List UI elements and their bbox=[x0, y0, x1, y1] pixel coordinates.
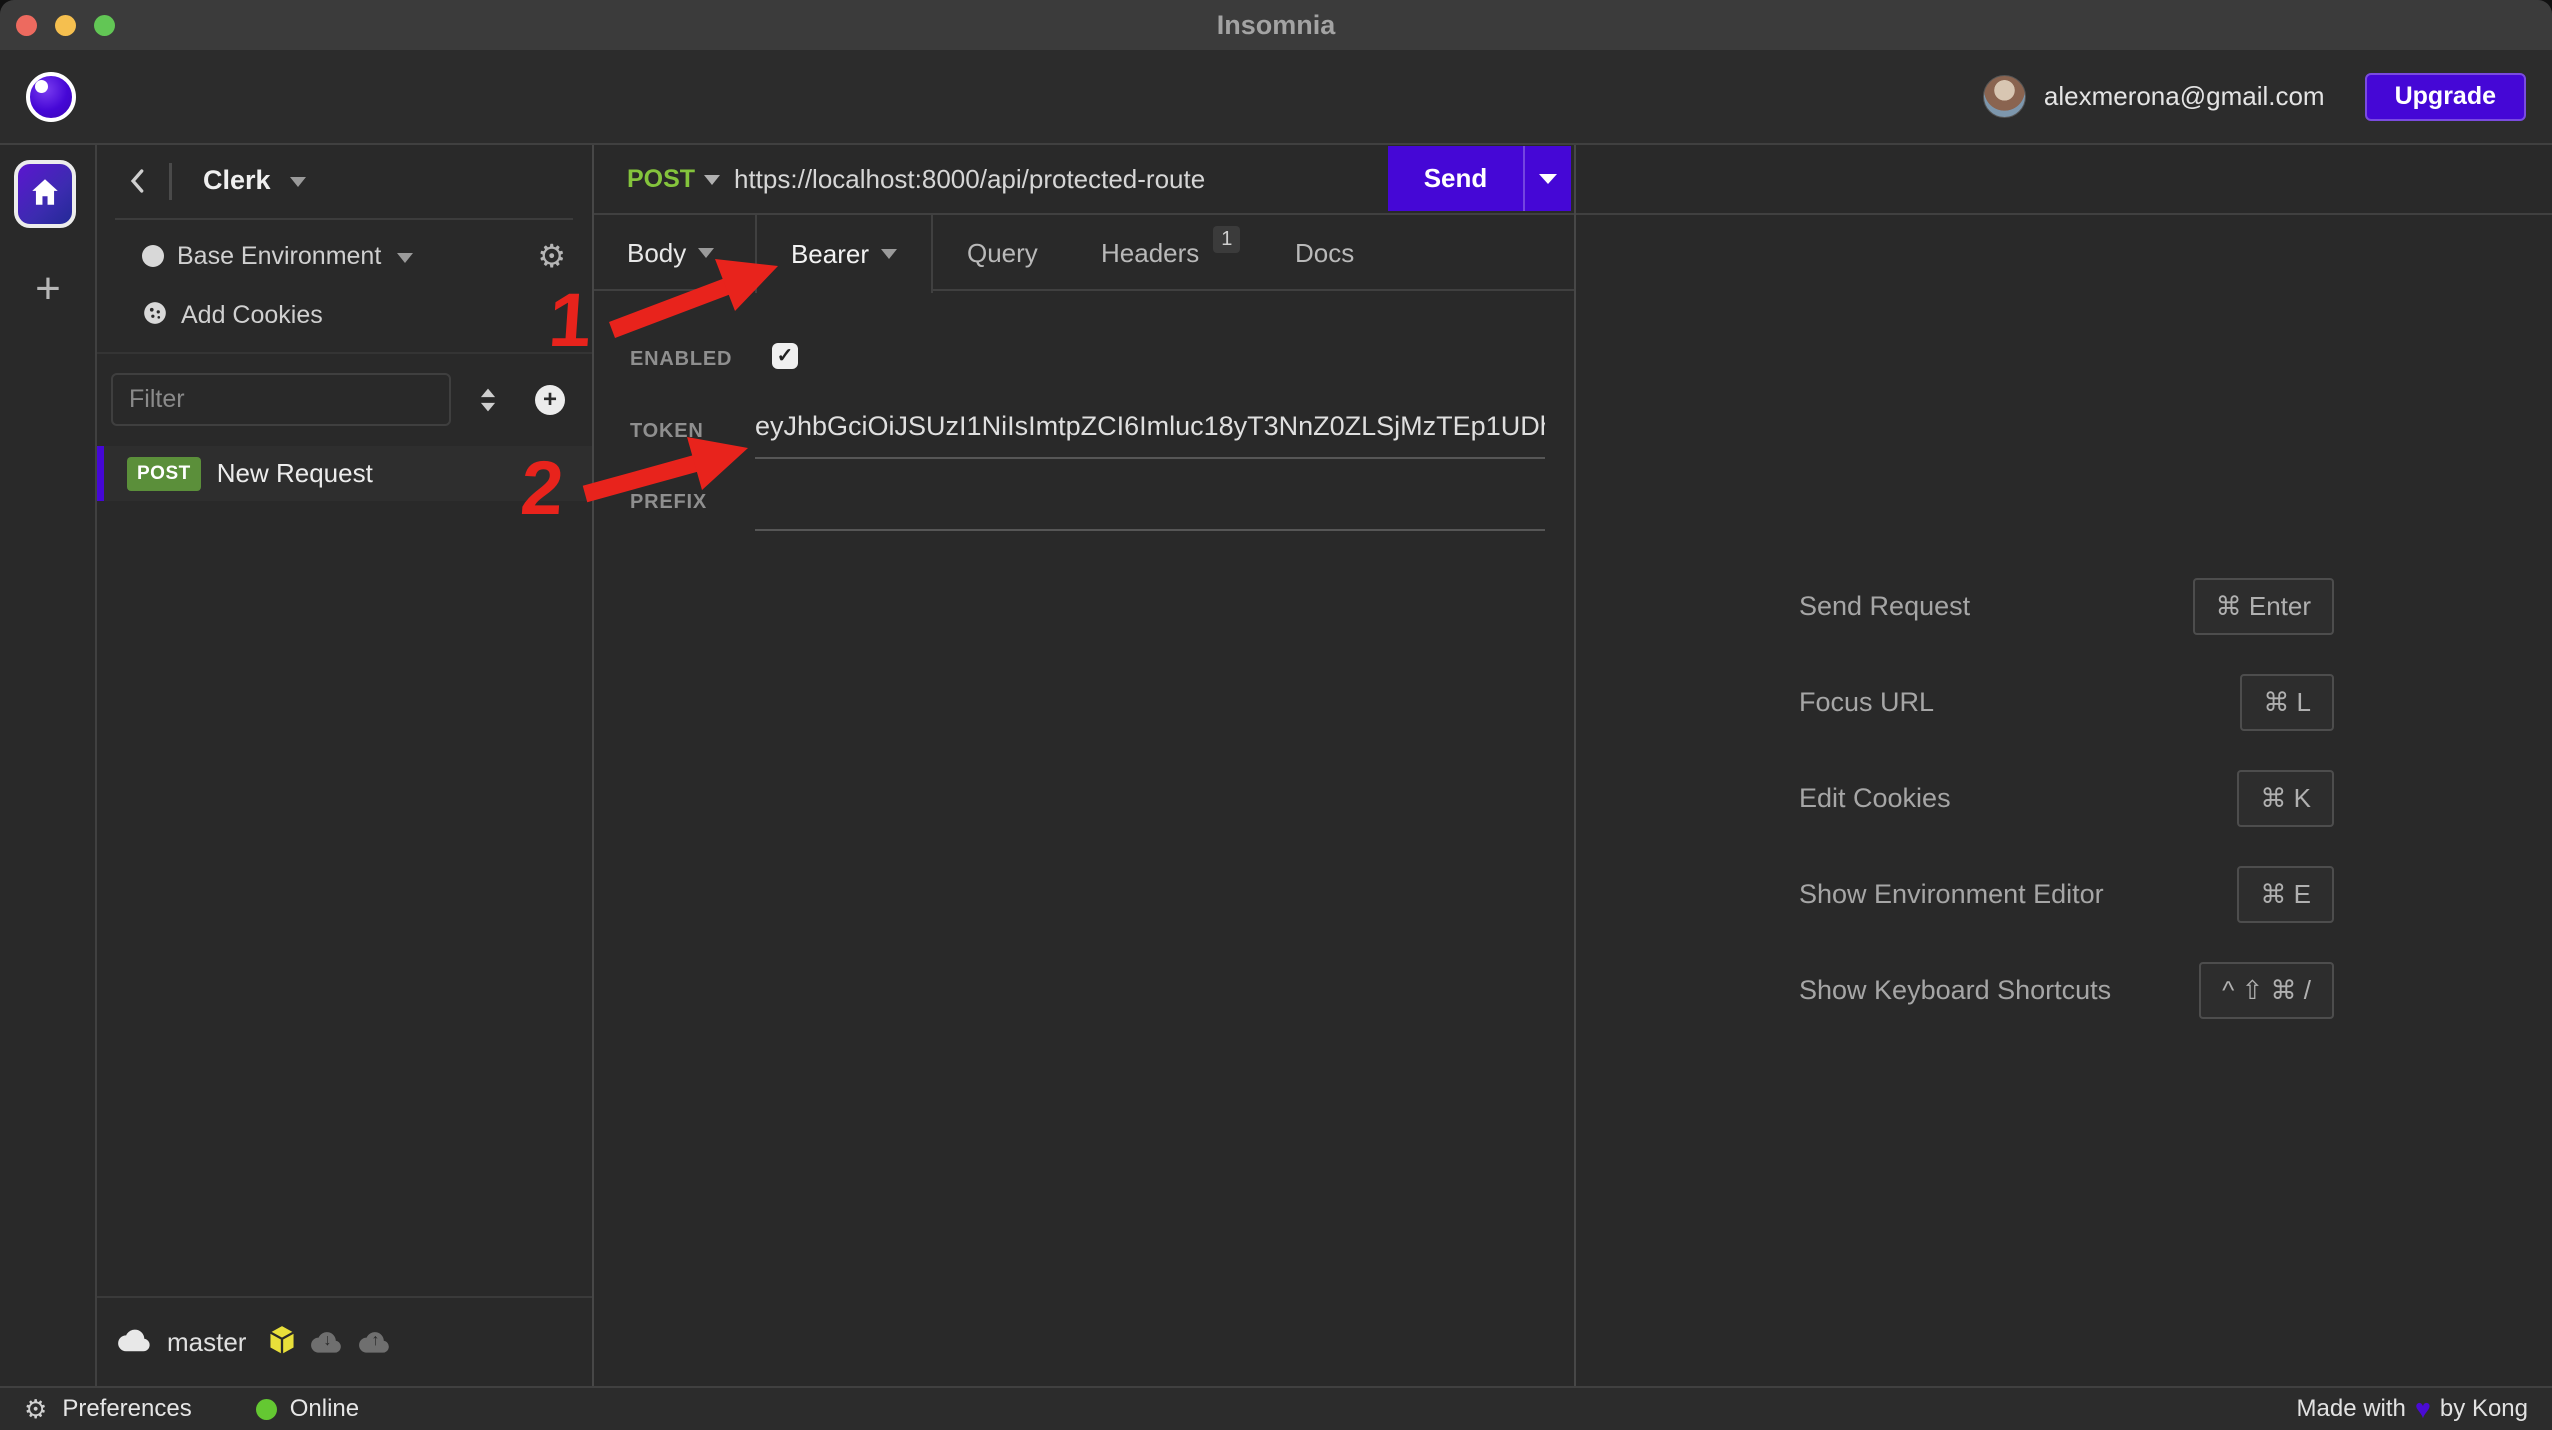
shortcut-row: Focus URL ⌘ L bbox=[1799, 654, 2334, 750]
tab-headers[interactable]: Headers 1 bbox=[1101, 215, 1240, 291]
home-icon bbox=[28, 175, 62, 214]
tab-query[interactable]: Query bbox=[967, 215, 1038, 291]
add-cookies-label: Add Cookies bbox=[181, 301, 323, 330]
environment-name: Base Environment bbox=[177, 242, 381, 271]
chevron-down-icon bbox=[698, 248, 714, 258]
status-bar: ⚙ Preferences Online Made with ♥ by Kong bbox=[0, 1386, 2552, 1430]
preferences-gear-icon[interactable]: ⚙ bbox=[24, 1396, 47, 1422]
add-cookies-button[interactable]: Add Cookies bbox=[97, 288, 592, 342]
chevron-down-icon[interactable] bbox=[704, 175, 720, 185]
keyboard-shortcuts-hints: Send Request ⌘ Enter Focus URL ⌘ L Edit … bbox=[1799, 558, 2334, 1038]
cookie-icon bbox=[142, 300, 168, 331]
enabled-checkbox[interactable]: ✓ bbox=[772, 343, 798, 369]
shortcut-row: Show Keyboard Shortcuts ^ ⇧ ⌘ / bbox=[1799, 942, 2334, 1038]
bearer-auth-pane: ENABLED ✓ TOKEN eyJhbGciOiJSUzI1NiIsImtp… bbox=[594, 291, 1574, 1386]
new-request-plus-button[interactable]: + bbox=[535, 385, 565, 415]
window-title: Insomnia bbox=[0, 10, 2552, 41]
token-input[interactable]: eyJhbGciOiJSUzI1NiIsImtpZCI6Imluc18yT3Nn… bbox=[755, 397, 1545, 459]
sort-icon[interactable] bbox=[471, 383, 505, 417]
sidebar-header: Clerk bbox=[97, 145, 592, 218]
headers-count-badge: 1 bbox=[1213, 226, 1240, 253]
cloud-upload-icon[interactable]: ↑ bbox=[358, 1330, 392, 1354]
sidebar-divider bbox=[115, 218, 573, 220]
chevron-down-icon[interactable] bbox=[290, 177, 306, 187]
shortcut-row: Edit Cookies ⌘ K bbox=[1799, 750, 2334, 846]
preferences-button[interactable]: Preferences bbox=[62, 1395, 191, 1423]
method-selector[interactable]: POST bbox=[627, 165, 695, 194]
home-button[interactable] bbox=[14, 160, 76, 228]
add-project-button[interactable]: + bbox=[26, 267, 70, 311]
chevron-down-icon bbox=[1539, 174, 1557, 184]
request-tabbar: Body Bearer Query Headers 1 Docs bbox=[594, 215, 1574, 291]
cloud-download-icon[interactable]: ↓ bbox=[310, 1330, 344, 1354]
environment-selector[interactable]: Base Environment ⚙ bbox=[97, 229, 592, 283]
tab-auth-bearer[interactable]: Bearer bbox=[755, 215, 933, 293]
key-combo: ⌘ Enter bbox=[2193, 578, 2334, 635]
user-avatar[interactable] bbox=[1983, 75, 2026, 118]
app-header: alexmerona@gmail.com Upgrade bbox=[0, 50, 2552, 145]
environment-color-dot bbox=[142, 245, 164, 267]
insomnia-window: Insomnia alexmerona@gmail.com Upgrade + bbox=[0, 0, 2552, 1430]
enabled-label: ENABLED bbox=[630, 348, 732, 371]
prefix-label: PREFIX bbox=[630, 491, 707, 514]
send-button[interactable]: Send bbox=[1388, 146, 1523, 211]
tab-docs[interactable]: Docs bbox=[1295, 215, 1354, 291]
response-header-strip bbox=[1576, 145, 2552, 215]
sidebar-divider bbox=[97, 352, 592, 354]
zoom-window-button[interactable] bbox=[94, 15, 115, 36]
branch-name[interactable]: master bbox=[167, 1327, 246, 1358]
filter-input[interactable] bbox=[111, 373, 451, 426]
header-divider bbox=[169, 163, 172, 200]
shortcut-row: Send Request ⌘ Enter bbox=[1799, 558, 2334, 654]
sidebar: Clerk Base Environment ⚙ Add Cookies bbox=[97, 145, 594, 1386]
response-panel: Send Request ⌘ Enter Focus URL ⌘ L Edit … bbox=[1576, 145, 2552, 1386]
environment-settings-gear-icon[interactable]: ⚙ bbox=[537, 240, 566, 272]
online-status-label[interactable]: Online bbox=[290, 1395, 359, 1423]
prefix-input[interactable] bbox=[755, 469, 1545, 531]
close-window-button[interactable] bbox=[16, 15, 37, 36]
upgrade-button[interactable]: Upgrade bbox=[2365, 73, 2526, 121]
key-combo: ⌘ L bbox=[2240, 674, 2334, 731]
purple-heart-icon: ♥ bbox=[2415, 1397, 2431, 1421]
send-button-group: Send bbox=[1388, 146, 1571, 211]
url-bar: POST https://localhost:8000/api/protecte… bbox=[594, 145, 1574, 215]
url-input[interactable]: https://localhost:8000/api/protected-rou… bbox=[734, 164, 1374, 195]
minimize-window-button[interactable] bbox=[55, 15, 76, 36]
token-label: TOKEN bbox=[630, 420, 704, 443]
key-combo: ⌘ K bbox=[2237, 770, 2334, 827]
send-options-button[interactable] bbox=[1523, 146, 1571, 211]
chevron-down-icon bbox=[881, 249, 897, 259]
account-email[interactable]: alexmerona@gmail.com bbox=[2044, 81, 2325, 112]
shortcut-row: Show Environment Editor ⌘ E bbox=[1799, 846, 2334, 942]
sync-branch-bar: master ↓ ↑ bbox=[97, 1296, 592, 1386]
key-combo: ⌘ E bbox=[2237, 866, 2334, 923]
request-method-badge: POST bbox=[127, 457, 201, 491]
window-titlebar: Insomnia bbox=[0, 0, 2552, 50]
cloud-icon[interactable] bbox=[117, 1327, 153, 1358]
tab-body[interactable]: Body bbox=[627, 215, 714, 291]
sync-box-icon[interactable] bbox=[268, 1325, 296, 1360]
app-rail: + bbox=[0, 145, 97, 1386]
back-chevron-icon[interactable] bbox=[123, 165, 153, 197]
key-combo: ^ ⇧ ⌘ / bbox=[2199, 962, 2334, 1019]
online-status-dot bbox=[256, 1399, 277, 1420]
made-with-kong: Made with ♥ by Kong bbox=[2297, 1395, 2529, 1423]
request-panel: POST https://localhost:8000/api/protecte… bbox=[594, 145, 1576, 1386]
workspace-name[interactable]: Clerk bbox=[203, 165, 271, 196]
chevron-down-icon bbox=[397, 253, 413, 263]
request-list-item[interactable]: POST New Request bbox=[97, 446, 592, 501]
insomnia-logo-icon[interactable] bbox=[26, 72, 76, 122]
request-name: New Request bbox=[217, 458, 373, 489]
active-request-indicator bbox=[97, 446, 104, 501]
